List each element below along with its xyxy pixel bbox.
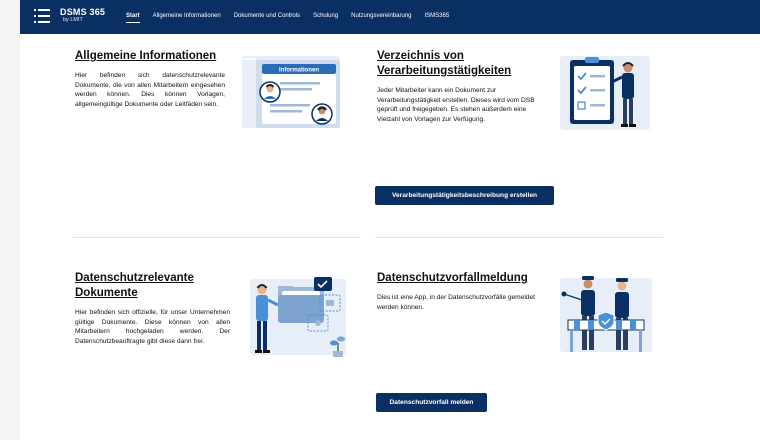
incident-report-title[interactable]: Datenschutzvorfallmeldung — [377, 271, 528, 286]
processing-register-text: Jeder Mitarbeiter kann ein Dokument zur … — [377, 87, 535, 123]
create-processing-description-button[interactable]: Verarbeitungstätigkeitsbeschreibung erst… — [375, 186, 554, 205]
privacy-documents-title-line2: Dokumente — [75, 287, 138, 299]
nav-training[interactable]: Schulung — [313, 12, 338, 23]
document-folder-illustration — [250, 277, 346, 357]
processing-register-title[interactable]: Verzeichnis von Verarbeitungstätigkeiten — [377, 49, 511, 79]
nav-general-info[interactable]: Allgemeine Informationen — [153, 12, 221, 23]
top-navbar: DSMS 365 by LMIT Start Allgemeine Inform… — [20, 0, 760, 34]
privacy-documents-title-line1: Datenschutzrelevante — [75, 272, 194, 284]
nav-documents-controls[interactable]: Dokumente und Controls — [234, 12, 300, 23]
divider-left — [73, 237, 360, 238]
main-nav: Start Allgemeine Informationen Dokumente… — [126, 12, 449, 23]
menu-icon[interactable] — [34, 9, 50, 23]
illustration-label: Informationen — [279, 68, 319, 74]
clipboard-checklist-illustration — [560, 56, 650, 130]
information-illustration: Informationen — [242, 56, 340, 128]
nav-isms365[interactable]: ISMS365 — [425, 12, 450, 23]
privacy-documents-title[interactable]: Datenschutzrelevante Dokumente — [75, 271, 194, 301]
general-info-title[interactable]: Allgemeine Informationen — [75, 49, 216, 64]
report-incident-button[interactable]: Datenschutzvorfall melden — [376, 393, 487, 412]
brand-subtitle: by LMIT — [63, 17, 83, 23]
general-info-text: Hier befinden sich datenschutzrelevante … — [75, 72, 225, 108]
brand[interactable]: DSMS 365 by LMIT — [60, 7, 105, 24]
divider-right — [375, 237, 663, 238]
processing-register-title-line1: Verzeichnis von — [377, 50, 464, 62]
processing-register-title-line2: Verarbeitungstätigkeiten — [377, 65, 512, 77]
nav-start[interactable]: Start — [126, 12, 140, 23]
nav-usage-agreement[interactable]: Nutzungsvereinbarung — [351, 12, 411, 23]
brand-title: DSMS 365 — [60, 7, 106, 17]
privacy-documents-text: Hier befinden sich offizielle, für unser… — [75, 309, 230, 345]
security-guards-illustration — [560, 276, 652, 352]
incident-report-text: Dies ist eine App, in der Datenschutzvor… — [377, 294, 535, 311]
